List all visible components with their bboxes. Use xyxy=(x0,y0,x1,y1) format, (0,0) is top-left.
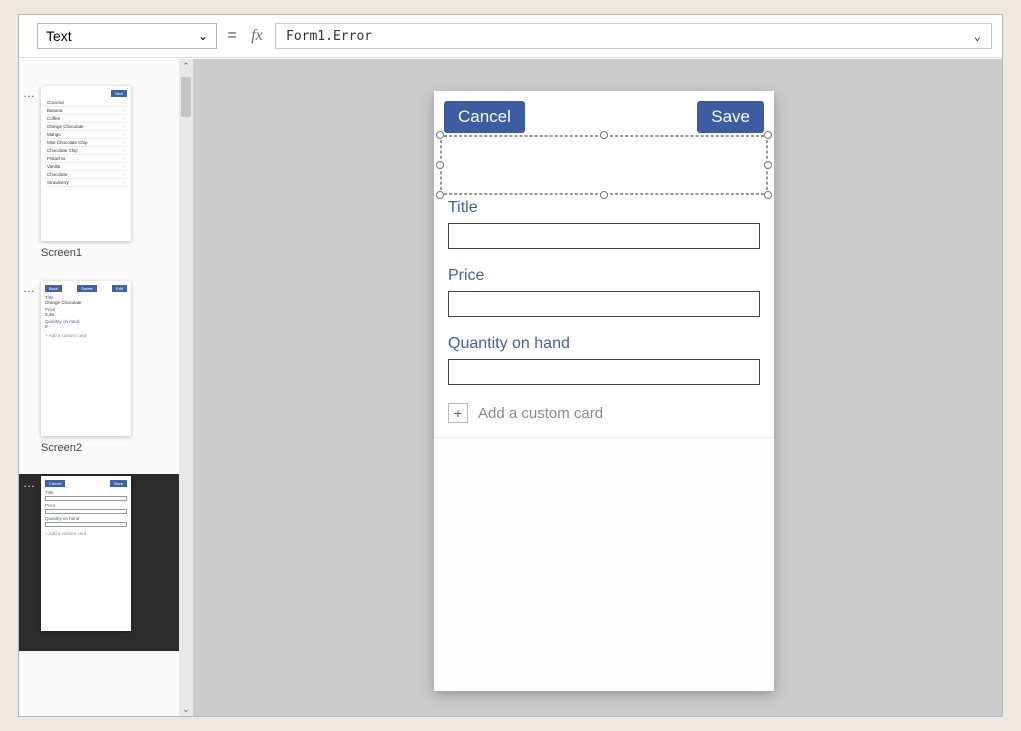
resize-handle[interactable] xyxy=(436,161,444,169)
chevron-down-icon[interactable]: ⌄ xyxy=(974,29,981,43)
thumb-list-item: Mango› xyxy=(45,131,127,139)
scrollbar[interactable]: ⌃ ⌄ xyxy=(179,59,193,716)
title-label: Title xyxy=(448,199,760,217)
add-card-label: Add a custom card xyxy=(478,405,603,422)
thumb-back-button: Back xyxy=(45,285,62,292)
more-icon[interactable]: … xyxy=(23,476,37,490)
thumb3-price-input xyxy=(45,509,127,514)
thumb-list-item: Coconut› xyxy=(45,99,127,107)
title-card[interactable]: Title xyxy=(448,199,760,249)
resize-handle[interactable] xyxy=(764,131,772,139)
equals-symbol: = xyxy=(225,27,239,45)
thumb3-qty-input xyxy=(45,522,127,527)
thumb-edit-button: Edit xyxy=(112,285,127,292)
screen-thumbnails-panel: ⌃ ⌄ … New Coconut›Banana›Coffee›Orange C… xyxy=(19,59,194,716)
add-custom-card-button[interactable]: + Add a custom card xyxy=(448,403,760,423)
thumb-list-item: Mint Chocolate Chip› xyxy=(45,139,127,147)
resize-handle[interactable] xyxy=(764,161,772,169)
price-card[interactable]: Price xyxy=(448,267,760,317)
thumb-list-item: Vanilla› xyxy=(45,163,127,171)
formula-text: Form1.Error xyxy=(286,29,372,44)
thumb-add-card: + Add a custom card xyxy=(45,333,127,338)
formula-bar: Text ⌄ = fx Form1.Error ⌄ xyxy=(19,15,1002,58)
thumb-list-item: Strawberry› xyxy=(45,179,127,187)
thumb3-qty-label: Quantity on hand xyxy=(45,516,127,521)
thumb3-title-label: Title xyxy=(45,490,127,495)
more-icon[interactable]: … xyxy=(23,86,37,100)
formula-input[interactable]: Form1.Error ⌄ xyxy=(275,23,992,49)
thumb3-title-input xyxy=(45,496,127,501)
property-selector[interactable]: Text ⌄ xyxy=(37,23,217,49)
plus-icon: + xyxy=(448,403,468,423)
scrollbar-thumb[interactable] xyxy=(181,77,191,117)
scroll-up-icon[interactable]: ⌃ xyxy=(179,59,193,73)
quantity-card[interactable]: Quantity on hand xyxy=(448,335,760,385)
thumb-list-item: Chocolate Chip› xyxy=(45,147,127,155)
thumbnail-screen1[interactable]: New Coconut›Banana›Coffee›Orange Chocola… xyxy=(41,86,131,241)
error-label-control[interactable] xyxy=(444,149,764,181)
phone-screen[interactable]: Cancel Save xyxy=(434,91,774,691)
resize-handle[interactable] xyxy=(764,191,772,199)
form-body: Title Price Quantity on hand + Add a cus… xyxy=(434,185,774,437)
thumb3-add-card: + Add a custom card xyxy=(45,531,127,536)
thumb-list-item: Coffee› xyxy=(45,115,127,123)
thumb-new-button: New xyxy=(111,90,127,97)
price-label: Price xyxy=(448,267,760,285)
design-canvas[interactable]: Cancel Save xyxy=(194,59,1002,716)
resize-handle[interactable] xyxy=(600,191,608,199)
thumb-list-item: Pistachio› xyxy=(45,155,127,163)
thumbnail-screen2-label: Screen2 xyxy=(41,442,179,454)
thumb-delete-button: Delete xyxy=(77,285,97,292)
thumb3-price-label: Price xyxy=(45,503,127,508)
resize-handle[interactable] xyxy=(436,131,444,139)
save-button[interactable]: Save xyxy=(697,101,764,133)
qty-input[interactable] xyxy=(448,359,760,385)
chevron-down-icon: ⌄ xyxy=(198,29,208,43)
thumbnail-screen1-row[interactable]: … New Coconut›Banana›Coffee›Orange Choco… xyxy=(19,84,179,261)
thumb-title-val: Orange Chocolate xyxy=(45,300,127,305)
thumb-save-button: Save xyxy=(110,480,127,487)
phone-lower-blank xyxy=(434,437,774,691)
thumb-price-val: 3.49 xyxy=(45,312,127,317)
thumb-list-item: Orange Chocolate› xyxy=(45,123,127,131)
scroll-down-icon[interactable]: ⌄ xyxy=(179,702,193,716)
thumbnail-screen3-row[interactable]: … Cancel Save Title Price Quantity on ha… xyxy=(19,474,179,651)
thumb-qty-val: 0 xyxy=(45,324,127,329)
thumbnail-screen1-label: Screen1 xyxy=(41,247,179,259)
thumb-cancel-button: Cancel xyxy=(45,480,65,487)
property-name: Text xyxy=(46,28,72,44)
fx-icon: fx xyxy=(247,27,267,45)
thumb-list-item: Chocolate› xyxy=(45,171,127,179)
thumb-list-item: Banana› xyxy=(45,107,127,115)
qty-label: Quantity on hand xyxy=(448,335,760,353)
thumbnail-screen2[interactable]: Back Delete Edit Title Orange Chocolate … xyxy=(41,281,131,436)
title-input[interactable] xyxy=(448,223,760,249)
thumbnail-screen3[interactable]: Cancel Save Title Price Quantity on hand… xyxy=(41,476,131,631)
more-icon[interactable]: … xyxy=(23,281,37,295)
resize-handle[interactable] xyxy=(436,191,444,199)
resize-handle[interactable] xyxy=(600,131,608,139)
price-input[interactable] xyxy=(448,291,760,317)
thumbnail-screen2-row[interactable]: … Back Delete Edit Title Orange Chocolat… xyxy=(19,279,179,456)
cancel-button[interactable]: Cancel xyxy=(444,101,525,133)
